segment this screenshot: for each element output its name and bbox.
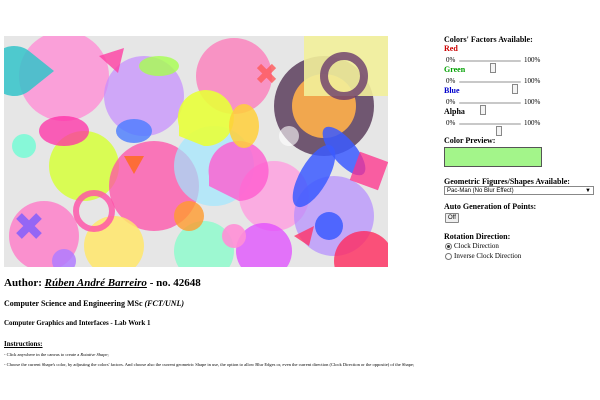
controls-panel: Colors' Factors Available: Red 0% 100% G… — [444, 35, 600, 261]
rotation-clock-radio[interactable] — [445, 243, 452, 250]
red-min-label: 0% — [446, 56, 456, 64]
degree-text: Computer Science and Engineering MSc — [4, 299, 143, 308]
green-label: Green — [444, 65, 466, 74]
auto-generation-toggle-button[interactable]: Off — [445, 213, 459, 223]
rotation-inverse-option[interactable]: Inverse Clock Direction — [444, 251, 600, 261]
red-slider[interactable] — [459, 60, 521, 73]
alpha-slider-row: 0% 100% — [444, 116, 600, 136]
red-label: Red — [444, 44, 458, 53]
blue-slider[interactable] — [459, 102, 521, 115]
course-line: Computer Graphics and Interfaces - Lab W… — [4, 319, 151, 327]
instruction-1-text: - Click anywhere in the canvas to create… — [4, 352, 80, 357]
rotation-clock-label: Clock Direction — [454, 242, 499, 250]
blue-slider-row: 0% 100% — [444, 95, 600, 115]
canvas-shapes — [4, 36, 388, 267]
instructions-list: - Click anywhere in the canvas to create… — [4, 350, 594, 370]
red-slider-thumb[interactable] — [490, 63, 497, 73]
rotation-inverse-radio[interactable] — [445, 253, 452, 260]
instruction-1-emphasis: Rotative Shape — [80, 352, 108, 357]
alpha-max-label: 100% — [524, 119, 541, 127]
shapes-title: Geometric Figures/Shapes Available: — [444, 177, 570, 186]
instruction-item: - Click anywhere in the canvas to create… — [4, 350, 594, 360]
degree-institution: (FCT/UNL) — [144, 299, 185, 308]
chevron-down-icon: ▼ — [585, 188, 591, 194]
alpha-slider[interactable] — [459, 123, 521, 136]
preview-title: Color Preview: — [444, 136, 496, 145]
color-preview — [444, 147, 542, 167]
colors-title: Colors' Factors Available: — [444, 35, 533, 44]
shape-select[interactable]: Pac-Man (No Blur Effect) ▼ — [444, 186, 594, 195]
instruction-1-end: ; — [107, 352, 109, 357]
red-slider-row: 0% 100% — [444, 53, 600, 73]
green-slider-row: 0% 100% — [444, 74, 600, 94]
author-prefix: Author: — [4, 277, 42, 289]
alpha-slider-thumb[interactable] — [496, 126, 503, 136]
blue-min-label: 0% — [446, 98, 456, 106]
author-suffix: - no. 42648 — [149, 277, 201, 289]
drawing-canvas[interactable] — [4, 36, 388, 267]
alpha-label: Alpha — [444, 107, 465, 116]
green-slider-thumb[interactable] — [511, 84, 518, 94]
blue-slider-thumb[interactable] — [479, 105, 486, 115]
auto-title: Auto Generation of Points: — [444, 202, 537, 211]
blue-max-label: 100% — [524, 98, 541, 106]
green-slider[interactable] — [459, 81, 521, 94]
rotation-inverse-label: Inverse Clock Direction — [454, 252, 522, 260]
author-name-link[interactable]: Rúben André Barreiro — [45, 277, 147, 289]
green-max-label: 100% — [524, 77, 541, 85]
instruction-item: - Choose the current Shape's color, by a… — [4, 362, 415, 367]
shape-select-value: Pac-Man (No Blur Effect) — [447, 188, 514, 194]
green-min-label: 0% — [446, 77, 456, 85]
degree-line: Computer Science and Engineering MSc (FC… — [4, 299, 184, 308]
alpha-min-label: 0% — [446, 119, 456, 127]
red-max-label: 100% — [524, 56, 541, 64]
rotation-title: Rotation Direction: — [444, 232, 511, 241]
rotation-clock-option[interactable]: Clock Direction — [444, 241, 600, 251]
blue-label: Blue — [444, 86, 460, 95]
instructions-title: Instructions: — [4, 340, 43, 348]
author-line: Author: Rúben André Barreiro - no. 42648 — [4, 277, 201, 289]
